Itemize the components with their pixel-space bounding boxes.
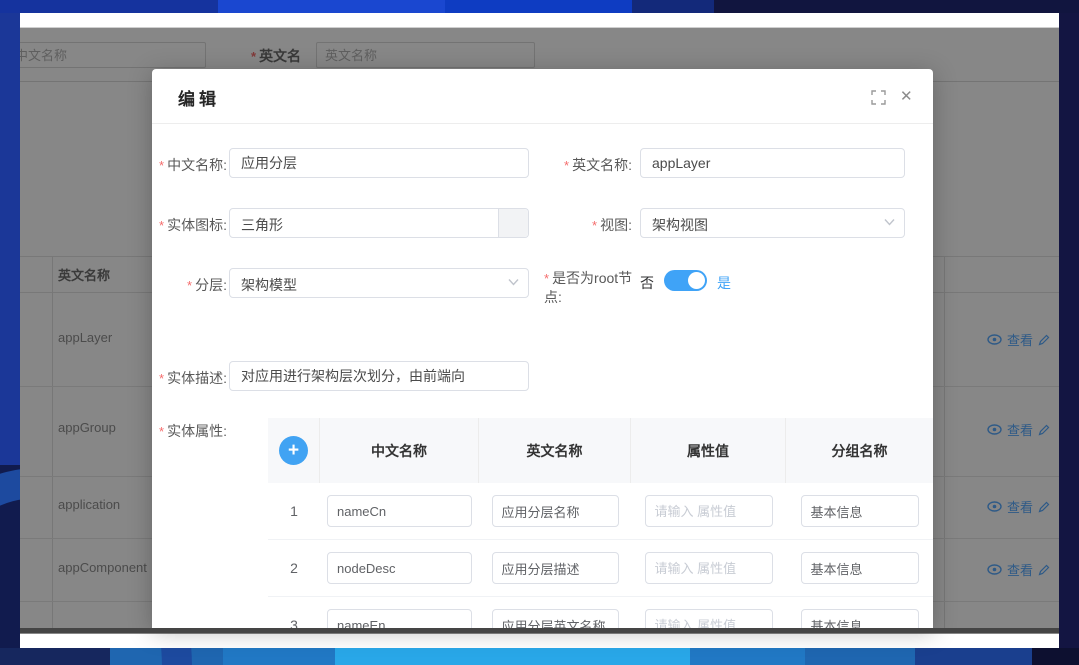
add-attribute-button[interactable]: +	[279, 436, 308, 465]
chevron-down-icon	[508, 278, 519, 286]
attribute-row: 3	[268, 597, 933, 628]
mosaic-bottom-5	[690, 648, 805, 665]
fullscreen-icon[interactable]	[871, 90, 886, 110]
toggle-knob	[688, 272, 705, 289]
attribute-table-header: + 中文名称 英文名称 属性值 分组名称	[268, 418, 933, 483]
attr-group-input[interactable]	[801, 552, 919, 584]
mosaic-bottom-3	[223, 648, 335, 665]
mosaic-top-2	[218, 0, 445, 13]
attr-group-input[interactable]	[801, 609, 919, 628]
attr-value-input[interactable]	[645, 609, 773, 628]
col-header-attr-value: 属性值	[631, 418, 786, 483]
mosaic-left-upper	[0, 13, 20, 465]
row-index: 2	[268, 560, 320, 576]
mosaic-top-4	[632, 0, 714, 13]
row-index: 3	[268, 617, 320, 628]
attr-cn-input[interactable]	[327, 552, 472, 584]
edit-modal: 编辑 ✕ *中文名称: *英文名称: *实体图标: 三角形	[152, 69, 933, 628]
view-select[interactable]: 架构视图	[640, 208, 905, 238]
attr-value-input[interactable]	[645, 495, 773, 527]
attr-en-input[interactable]	[492, 609, 619, 628]
is-root-toggle[interactable]	[664, 270, 707, 291]
app-screenshot-card: *英文名 英文名称 appLayer appGroup application …	[20, 13, 1059, 648]
field-label-entity-attrs: *实体属性:	[152, 421, 227, 441]
field-label-layer: *分层:	[152, 275, 227, 295]
modal-header-divider	[152, 123, 933, 124]
is-root-no-label: 否	[640, 273, 654, 293]
attr-value-input[interactable]	[645, 552, 773, 584]
col-header-cn-name: 中文名称	[320, 418, 479, 483]
window-bottom-edge	[20, 628, 1059, 633]
mosaic-bottom-4	[335, 648, 690, 665]
field-label-view: *视图:	[532, 215, 632, 235]
modal-title: 编辑	[178, 85, 220, 110]
attr-cn-input[interactable]	[327, 609, 472, 628]
icon-picker-addon[interactable]	[498, 209, 528, 237]
mosaic-bottom-6	[805, 648, 915, 665]
mosaic-top-3	[445, 0, 632, 13]
entity-icon-input[interactable]: 三角形	[229, 208, 529, 238]
attr-group-input[interactable]	[801, 495, 919, 527]
cn-name-input[interactable]	[229, 148, 529, 178]
attribute-row: 1	[268, 483, 933, 540]
field-label-entity-desc: *实体描述:	[152, 368, 227, 388]
field-label-cn-name: *中文名称:	[152, 155, 227, 175]
mosaic-bottom-7	[915, 648, 1032, 665]
is-root-yes-label: 是	[717, 273, 731, 293]
attr-cn-input[interactable]	[327, 495, 472, 527]
field-label-en-name: *英文名称:	[532, 155, 632, 175]
mosaic-bottom-8	[1032, 648, 1079, 665]
screenshot-stage: *英文名 英文名称 appLayer appGroup application …	[0, 0, 1079, 665]
field-label-is-root: *是否为root节点:	[544, 269, 636, 307]
attribute-row: 2	[268, 540, 933, 597]
attr-en-input[interactable]	[492, 552, 619, 584]
layer-select[interactable]: 架构模型	[229, 268, 529, 298]
col-header-group-name: 分组名称	[786, 418, 933, 483]
field-label-entity-icon: *实体图标:	[152, 215, 227, 235]
attribute-table: + 中文名称 英文名称 属性值 分组名称 1 2	[268, 418, 933, 628]
chevron-down-icon	[884, 218, 895, 226]
mosaic-right	[1059, 13, 1079, 665]
mosaic-top-1	[0, 0, 218, 13]
row-index: 1	[268, 503, 320, 519]
mosaic-top-5	[714, 0, 1079, 13]
col-header-en-name: 英文名称	[479, 418, 631, 483]
attr-en-input[interactable]	[492, 495, 619, 527]
en-name-input[interactable]	[640, 148, 905, 178]
close-icon[interactable]: ✕	[900, 87, 913, 105]
entity-desc-input[interactable]	[229, 361, 529, 391]
